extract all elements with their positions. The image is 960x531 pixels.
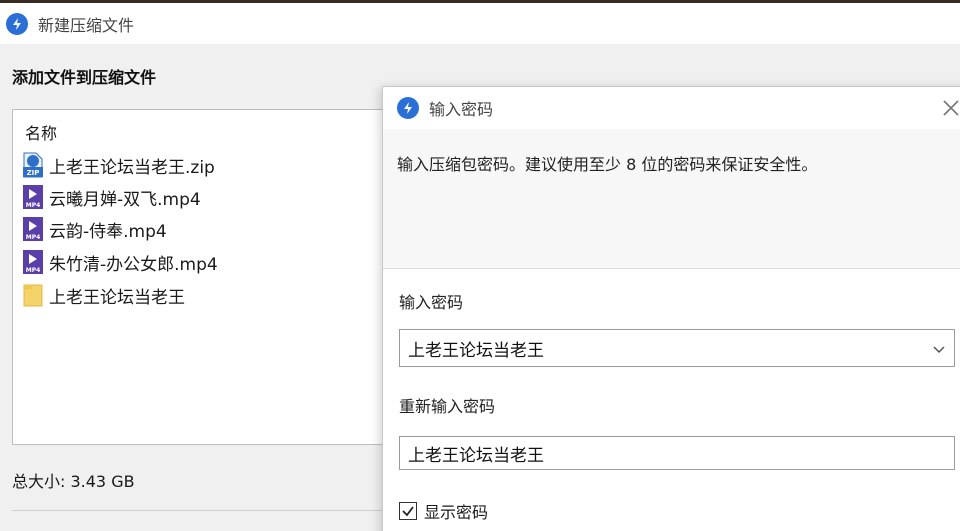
mp4-file-icon: MP4 [21, 249, 45, 275]
svg-text:MP4: MP4 [26, 202, 41, 209]
dialog-titlebar: 输入密码 [383, 87, 960, 129]
show-password-label: 显示密码 [424, 503, 489, 522]
main-window-titlebar: 新建压缩文件 [0, 0, 960, 44]
close-button[interactable] [938, 95, 960, 121]
list-item[interactable]: MP4 云曦月婵-双飞.mp4 [21, 182, 201, 212]
password-input[interactable] [400, 330, 954, 366]
close-icon [943, 100, 959, 116]
list-item[interactable]: 上老王论坛当老王 [21, 280, 185, 310]
confirm-password-label: 重新输入密码 [399, 397, 496, 416]
dialog-title: 输入密码 [429, 100, 494, 119]
list-item[interactable]: MP4 朱竹清-办公女郎.mp4 [21, 247, 218, 277]
dialog-info-panel: 输入压缩包密码。建议使用至少 8 位的密码来保证安全性。 [383, 129, 960, 269]
file-name: 云曦月婵-双飞.mp4 [49, 189, 201, 210]
section-heading: 添加文件到压缩文件 [12, 68, 157, 87]
show-password-checkbox[interactable] [399, 502, 417, 520]
file-name: 云韵-侍奉.mp4 [49, 221, 167, 242]
screen: 新建压缩文件 添加文件到压缩文件 名称 ZIP 上老王论坛当老王.zip MP4… [0, 0, 960, 531]
mp4-file-icon: MP4 [21, 216, 45, 242]
main-window-title: 新建压缩文件 [38, 15, 135, 35]
svg-text:ZIP: ZIP [27, 169, 40, 177]
total-size: 总大小: 3.43 GB [12, 472, 135, 491]
svg-text:MP4: MP4 [26, 267, 41, 274]
chevron-down-icon[interactable] [932, 341, 946, 355]
app-logo-icon [397, 97, 419, 119]
checkmark-icon [402, 506, 414, 517]
confirm-password-input[interactable] [400, 437, 954, 469]
file-name: 上老王论坛当老王.zip [49, 157, 215, 178]
file-name: 朱竹清-办公女郎.mp4 [49, 254, 218, 275]
confirm-password-field[interactable] [399, 436, 955, 470]
list-item[interactable]: MP4 云韵-侍奉.mp4 [21, 214, 167, 244]
file-list[interactable]: 名称 ZIP 上老王论坛当老王.zip MP4 云曦月婵-双飞.mp4 MP4 … [12, 109, 390, 445]
password-label: 输入密码 [399, 293, 464, 312]
password-dialog: 输入密码 输入压缩包密码。建议使用至少 8 位的密码来保证安全性。 输入密码 重… [382, 86, 960, 531]
list-item[interactable]: ZIP 上老王论坛当老王.zip [21, 150, 215, 180]
mp4-file-icon: MP4 [21, 184, 45, 210]
svg-text:MP4: MP4 [26, 234, 41, 241]
file-name: 上老王论坛当老王 [49, 287, 185, 308]
column-header-name[interactable]: 名称 [25, 120, 57, 144]
divider [12, 510, 384, 511]
password-combobox[interactable] [399, 329, 955, 367]
zip-file-icon: ZIP [21, 152, 45, 178]
instruction-text: 输入压缩包密码。建议使用至少 8 位的密码来保证安全性。 [397, 155, 818, 174]
app-logo-icon [6, 12, 28, 35]
show-password-option[interactable]: 显示密码 [399, 499, 488, 523]
folder-icon [21, 282, 45, 308]
